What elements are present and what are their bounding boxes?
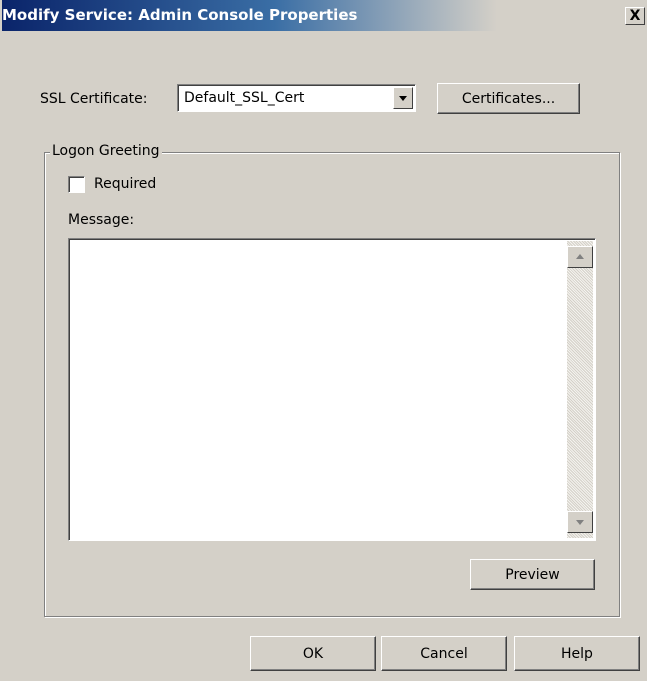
logon-greeting-label: Logon Greeting [50, 143, 162, 159]
chevron-down-icon[interactable] [393, 87, 413, 109]
message-scrollbar[interactable] [567, 241, 593, 538]
ssl-certificate-label: SSL Certificate: [40, 91, 148, 107]
certificates-button[interactable]: Certificates... [437, 83, 580, 114]
cancel-button[interactable]: Cancel [381, 636, 507, 671]
close-button[interactable]: X [625, 7, 645, 25]
ok-button[interactable]: OK [250, 636, 376, 671]
ssl-certificate-value: Default_SSL_Cert [184, 90, 305, 106]
scroll-down-arrow-icon[interactable] [567, 511, 593, 533]
window-title: Modify Service: Admin Console Properties [2, 0, 497, 31]
required-checkbox[interactable] [68, 176, 85, 193]
scroll-up-arrow-icon[interactable] [567, 246, 593, 268]
message-textarea[interactable] [68, 238, 596, 541]
help-button[interactable]: Help [514, 636, 640, 671]
preview-button[interactable]: Preview [470, 559, 595, 590]
ssl-certificate-dropdown[interactable]: Default_SSL_Cert [177, 84, 416, 112]
close-icon: X [629, 8, 641, 24]
message-label: Message: [68, 212, 135, 228]
title-bar: Modify Service: Admin Console Properties… [0, 0, 647, 31]
dialog-window: Modify Service: Admin Console Properties… [0, 0, 647, 681]
required-label[interactable]: Required [94, 176, 156, 192]
